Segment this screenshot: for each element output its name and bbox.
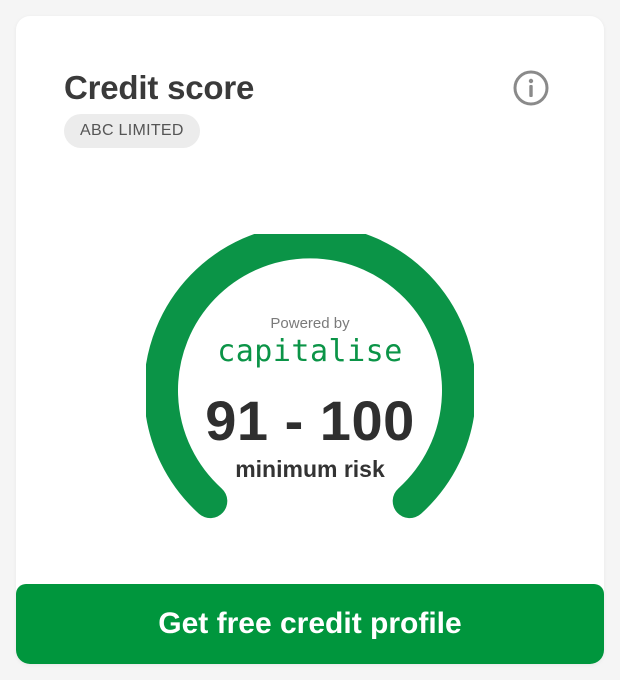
- score-gauge: [146, 234, 474, 519]
- info-icon: [513, 70, 549, 106]
- company-badge: ABC LIMITED: [64, 114, 200, 148]
- capitalise-logo: capitalise: [217, 334, 403, 369]
- card-title: Credit score: [64, 69, 255, 106]
- score-range: 91 - 100: [205, 389, 415, 452]
- get-credit-profile-button[interactable]: Get free credit profile: [16, 584, 604, 664]
- credit-score-card: Credit score ABC LIMITED Powered by capi…: [16, 16, 604, 664]
- risk-label: minimum risk: [235, 456, 385, 482]
- powered-by-label: Powered by: [270, 315, 350, 332]
- info-button[interactable]: [513, 70, 549, 106]
